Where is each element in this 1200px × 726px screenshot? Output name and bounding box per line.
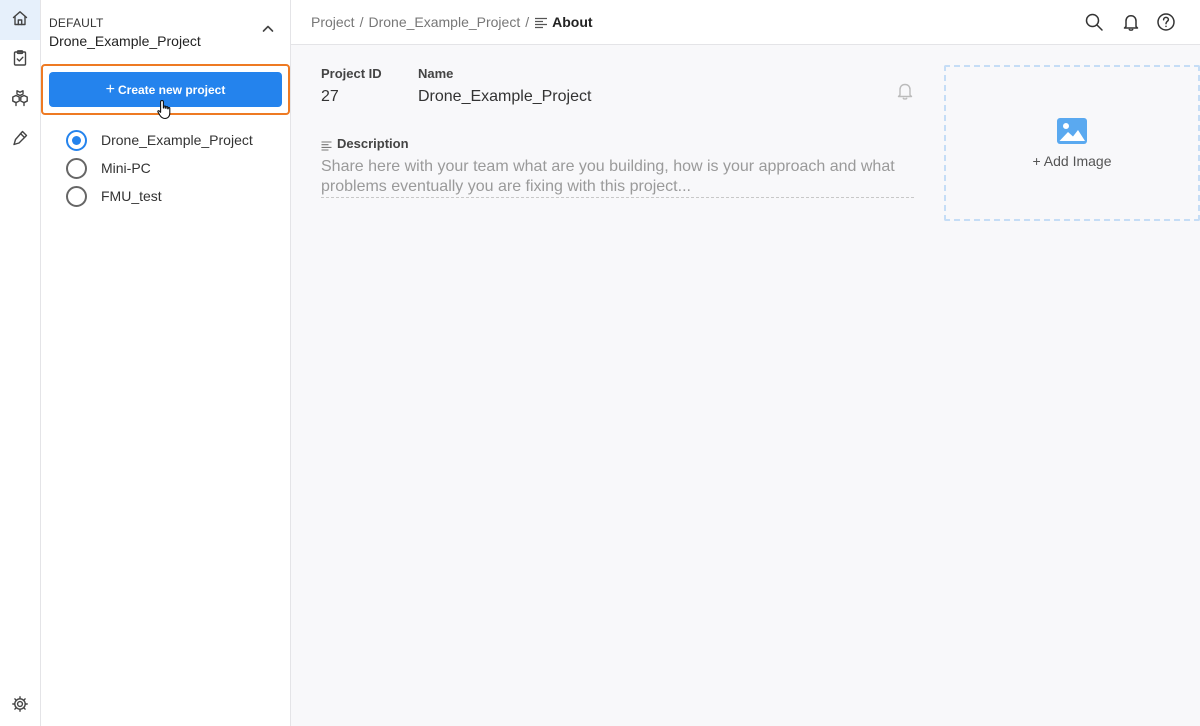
rail-settings-button[interactable] <box>0 686 40 726</box>
rail-tools-button[interactable] <box>0 120 40 160</box>
breadcrumb-current: About <box>534 14 593 30</box>
project-item-mini-pc[interactable]: Mini-PC <box>66 154 286 182</box>
icon-rail <box>0 0 41 726</box>
rail-tasks-button[interactable] <box>0 40 40 80</box>
project-switcher[interactable]: DEFAULT Drone_Example_Project <box>49 16 283 50</box>
description-label-row: Description <box>321 136 409 151</box>
project-sidebar: DEFAULT Drone_Example_Project + Create n… <box>41 0 291 726</box>
about-panel: Project ID 27 Name Drone_Example_Project… <box>291 45 1200 726</box>
project-item-label: Drone_Example_Project <box>101 132 253 148</box>
breadcrumb: Project / Drone_Example_Project / About <box>311 14 593 30</box>
name-value[interactable]: Drone_Example_Project <box>418 88 591 106</box>
project-item-drone-example[interactable]: Drone_Example_Project <box>66 126 286 154</box>
breadcrumb-separator: / <box>525 14 530 30</box>
help-icon[interactable] <box>1156 12 1176 32</box>
pipette-icon <box>11 129 29 152</box>
project-item-fmu-test[interactable]: FMU_test <box>66 182 286 210</box>
project-id-value: 27 <box>321 88 339 105</box>
rail-home-button[interactable] <box>0 0 40 40</box>
project-radio[interactable] <box>66 157 87 179</box>
align-left-icon <box>321 139 332 151</box>
chevron-up-icon[interactable] <box>261 22 275 36</box>
gear-icon <box>11 695 29 718</box>
breadcrumb-project-name[interactable]: Drone_Example_Project <box>368 14 520 30</box>
project-item-label: FMU_test <box>101 188 162 204</box>
hand-pointer-icon <box>156 99 174 121</box>
breadcrumb-project[interactable]: Project <box>311 14 355 30</box>
breadcrumb-current-label: About <box>552 14 593 30</box>
plus-icon: + <box>105 80 115 98</box>
add-image-dropzone[interactable]: + Add Image <box>944 65 1200 221</box>
name-label: Name <box>418 66 454 81</box>
boxes-icon <box>11 89 29 112</box>
add-image-label: + Add Image <box>1032 153 1112 169</box>
search-icon[interactable] <box>1084 12 1104 32</box>
project-radio[interactable] <box>66 185 87 207</box>
description-field[interactable]: Share here with your team what are you b… <box>321 157 914 198</box>
project-list: Drone_Example_Project Mini-PC FMU_test <box>66 126 286 210</box>
project-item-label: Mini-PC <box>101 160 151 176</box>
project-id-label: Project ID <box>321 66 382 81</box>
top-bar: Project / Drone_Example_Project / About <box>291 0 1200 45</box>
notification-bell-icon[interactable] <box>896 81 914 101</box>
project-group-label: DEFAULT <box>49 16 104 30</box>
create-new-project-label: Create new project <box>117 82 226 97</box>
image-icon <box>1056 117 1088 145</box>
current-project-name: Drone_Example_Project <box>49 33 201 49</box>
align-left-icon <box>534 16 548 29</box>
rail-packages-button[interactable] <box>0 80 40 120</box>
clipboard-check-icon <box>11 49 29 72</box>
description-label: Description <box>337 136 409 151</box>
project-radio-selected[interactable] <box>66 129 87 151</box>
breadcrumb-separator: / <box>359 14 364 30</box>
bell-icon[interactable] <box>1121 12 1141 32</box>
home-icon <box>11 9 29 32</box>
